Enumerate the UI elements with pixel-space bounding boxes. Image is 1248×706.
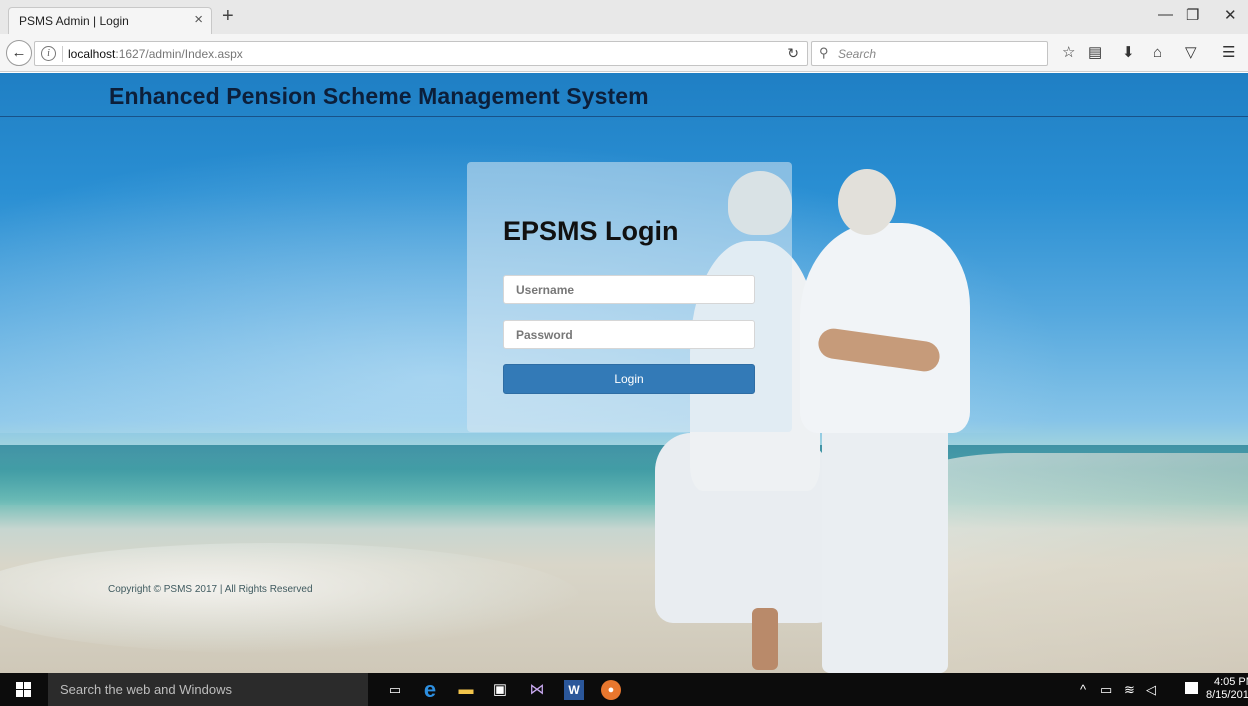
clock-time: 4:05 PM: [1213, 676, 1248, 688]
visual-studio-icon[interactable]: ⋈: [527, 680, 547, 700]
background-man-torso: [800, 223, 970, 433]
tab-close-icon[interactable]: ×: [194, 11, 203, 28]
action-center-icon[interactable]: [1185, 682, 1198, 694]
search-icon: ⚲: [819, 45, 829, 60]
browser-nav-bar: ← i localhost:1627/admin/Index.aspx ↻ ⚲ …: [0, 34, 1248, 72]
volume-icon[interactable]: ◁: [1146, 682, 1156, 698]
password-field[interactable]: [503, 320, 755, 349]
username-field[interactable]: [503, 275, 755, 304]
minimize-icon[interactable]: —: [1158, 6, 1173, 23]
pocket-icon[interactable]: ▽: [1185, 44, 1197, 62]
reading-list-icon[interactable]: ▤: [1088, 44, 1102, 62]
background-woman-leg: [752, 608, 778, 670]
bookmark-star-icon[interactable]: ☆: [1062, 44, 1075, 62]
copyright-text: Copyright © PSMS 2017 | All Rights Reser…: [108, 584, 313, 595]
url-divider: [62, 46, 63, 62]
show-hidden-icons-icon[interactable]: ^: [1080, 682, 1086, 697]
login-heading: EPSMS Login: [503, 216, 679, 246]
restore-icon[interactable]: ❐: [1186, 6, 1199, 24]
taskbar: Search the web and Windows ▭ e ▬ ▣ ⋈ W ●…: [0, 673, 1248, 706]
reload-icon[interactable]: ↻: [787, 45, 799, 62]
background-man-head: [838, 169, 896, 235]
store-icon[interactable]: ▣: [490, 680, 510, 700]
page-viewport: Enhanced Pension Scheme Management Syste…: [0, 73, 1248, 673]
home-icon[interactable]: ⌂: [1153, 44, 1162, 62]
page-title: Enhanced Pension Scheme Management Syste…: [109, 83, 649, 109]
info-icon[interactable]: i: [41, 46, 56, 61]
windows-start-icon[interactable]: [16, 682, 32, 698]
url-text: localhost:1627/admin/Index.aspx: [68, 47, 243, 61]
word-icon[interactable]: W: [564, 680, 584, 700]
login-button[interactable]: Login: [503, 364, 755, 394]
background-shore: [0, 543, 580, 653]
background-man-legs: [822, 423, 948, 673]
tab-title: PSMS Admin | Login: [19, 14, 129, 28]
back-arrow-icon[interactable]: ←: [6, 40, 32, 66]
edge-icon[interactable]: e: [420, 679, 440, 701]
download-icon[interactable]: ⬇: [1122, 44, 1135, 62]
taskbar-search-text: Search the web and Windows: [60, 682, 232, 697]
system-clock[interactable]: 4:05 PM 8/15/2017: [1206, 676, 1248, 702]
new-tab-icon[interactable]: +: [222, 5, 234, 28]
menu-icon[interactable]: ☰: [1222, 44, 1235, 62]
task-view-icon[interactable]: ▭: [385, 680, 405, 700]
taskbar-search-box[interactable]: Search the web and Windows: [48, 673, 368, 706]
login-panel: EPSMS Login Login: [467, 162, 792, 432]
browser-tab-strip: PSMS Admin | Login × + — ❐ ✕: [0, 0, 1248, 34]
clock-date: 8/15/2017: [1206, 689, 1248, 701]
page-header: Enhanced Pension Scheme Management Syste…: [0, 73, 1248, 117]
file-explorer-icon[interactable]: ▬: [456, 680, 476, 700]
url-bar[interactable]: i localhost:1627/admin/Index.aspx ↻: [34, 41, 808, 66]
close-window-icon[interactable]: ✕: [1224, 6, 1237, 24]
network-icon[interactable]: ▭: [1100, 682, 1112, 698]
search-placeholder: Search: [838, 47, 877, 61]
wifi-icon[interactable]: ≋: [1124, 682, 1135, 698]
browser-search-box[interactable]: ⚲ Search: [811, 41, 1048, 66]
browser-tab[interactable]: PSMS Admin | Login ×: [8, 7, 212, 34]
firefox-icon[interactable]: ●: [601, 680, 621, 700]
